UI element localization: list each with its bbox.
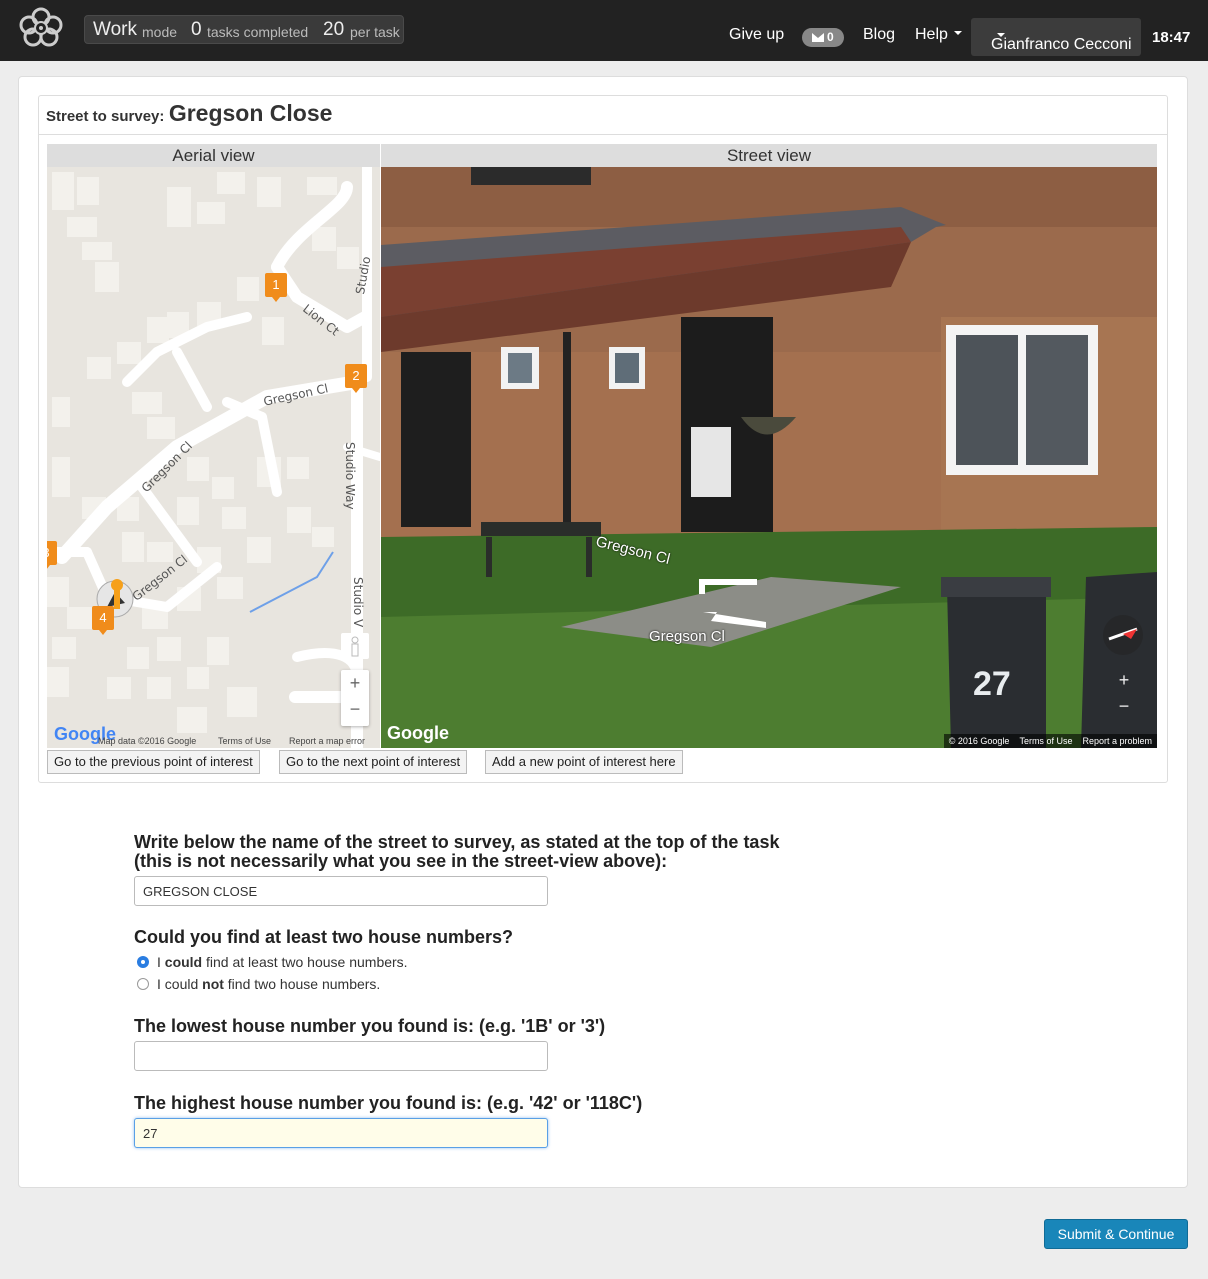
user-name: Gianfranco Cecconi	[991, 36, 1132, 53]
option-text: find at least two house numbers.	[202, 954, 408, 970]
lowest-number-input[interactable]	[134, 1041, 548, 1071]
next-poi-button[interactable]: Go to the next point of interest	[279, 750, 468, 774]
top-navbar: Work mode 0 tasks completed 20 per task …	[0, 0, 1208, 61]
messages-count: 0	[827, 30, 834, 44]
street-view-image	[381, 167, 1157, 748]
google-logo: Google	[387, 723, 449, 743]
option-text: find two house numbers.	[223, 976, 381, 992]
zoom-in-button[interactable]: +	[1110, 670, 1138, 691]
messages-badge[interactable]: 0	[802, 28, 844, 47]
help-menu[interactable]: Help	[915, 26, 962, 44]
poi-marker-3[interactable]: 3	[47, 541, 57, 570]
street-view-header: Street view	[381, 144, 1157, 167]
street-label: Street to survey:	[46, 108, 165, 125]
mode-status: Work mode 0 tasks completed 20 per task	[84, 15, 404, 44]
mode-label: Work	[93, 19, 137, 40]
radio-option-could[interactable]: I could find at least two house numbers.	[137, 954, 408, 970]
clock: 18:47	[1152, 29, 1191, 46]
map-zoom-control: + −	[341, 670, 369, 726]
question-house-numbers: Could you find at least two house number…	[134, 927, 514, 947]
highest-number-input[interactable]	[134, 1118, 548, 1148]
tasks-completed-label: tasks completed	[207, 24, 309, 40]
radio-option-could-not[interactable]: I could not find two house numbers.	[137, 976, 380, 992]
give-up-link[interactable]: Give up	[729, 26, 784, 44]
zoom-in-button[interactable]: +	[341, 673, 369, 694]
tasks-completed-count: 0	[191, 19, 202, 40]
user-menu[interactable]: Gianfranco Cecconi	[971, 18, 1141, 56]
map-canvas	[47, 167, 380, 748]
chevron-down-icon	[997, 33, 1005, 37]
street-title: Street to survey: Gregson Close	[46, 100, 332, 127]
road-label-studio-v: Studio V	[351, 577, 365, 628]
question-highest-number: The highest house number you found is: (…	[134, 1093, 643, 1113]
per-task-label: per task	[350, 24, 400, 40]
street-name-input[interactable]	[134, 876, 548, 906]
terms-link[interactable]: Terms of Use	[1014, 734, 1077, 748]
map-report-link[interactable]: Report a map error	[289, 736, 365, 746]
poi-marker-2[interactable]: 2	[345, 364, 367, 393]
poi-marker-1[interactable]: 1	[265, 273, 287, 302]
street-name: Gregson Close	[168, 100, 333, 126]
option-text-bold: could	[164, 954, 203, 970]
radio-unchecked-icon[interactable]	[137, 978, 149, 991]
submit-continue-button[interactable]: Submit & Continue	[1044, 1219, 1188, 1249]
aerial-view-header: Aerial view	[47, 144, 380, 167]
copyright-text: © 2016 Google	[948, 736, 1010, 746]
question-street-name: Write below the name of the street to su…	[134, 833, 779, 871]
per-task-count: 20	[323, 19, 345, 40]
poi-marker-4[interactable]: 4	[92, 606, 114, 635]
report-problem-link[interactable]: Report a problem	[1077, 734, 1157, 748]
road-label-studio-way: Studio Way	[343, 442, 357, 510]
help-label: Help	[915, 26, 948, 43]
mode-suffix: mode	[142, 24, 178, 40]
option-text: I	[157, 954, 165, 970]
radio-checked-icon[interactable]	[137, 956, 149, 969]
app-logo-icon[interactable]	[16, 5, 66, 49]
question-line: (this is not necessarily what you see in…	[134, 851, 668, 871]
pegman-icon[interactable]	[341, 633, 369, 659]
chevron-down-icon	[953, 31, 962, 36]
question-lowest-number: The lowest house number you found is: (e…	[134, 1016, 606, 1036]
envelope-icon	[812, 33, 824, 42]
street-view[interactable]: Gregson Cl Gregson Cl 27 + − Google © 20…	[381, 167, 1157, 748]
zoom-out-button[interactable]: −	[1110, 696, 1138, 717]
street-label: Gregson Cl	[649, 628, 725, 645]
option-text: I could	[157, 976, 203, 992]
question-line: Write below the name of the street to su…	[134, 832, 780, 852]
zoom-out-button[interactable]: −	[341, 699, 369, 720]
street-zoom-control: + −	[1110, 667, 1138, 723]
map-data-credit: Map data ©2016 Google	[98, 736, 197, 746]
map-terms-link[interactable]: Terms of Use	[218, 736, 271, 746]
bin-house-number: 27	[973, 665, 1011, 703]
prev-poi-button[interactable]: Go to the previous point of interest	[47, 750, 260, 774]
blog-link[interactable]: Blog	[863, 26, 895, 44]
add-poi-button[interactable]: Add a new point of interest here	[485, 750, 683, 774]
divider	[39, 134, 1167, 135]
aerial-map[interactable]: Lion Ct Studio Gregson Cl Gregson Cl Gre…	[47, 167, 380, 748]
street-view-footer: © 2016 Google Terms of Use Report a proble…	[943, 734, 1157, 748]
option-text-bold: not	[202, 976, 224, 992]
